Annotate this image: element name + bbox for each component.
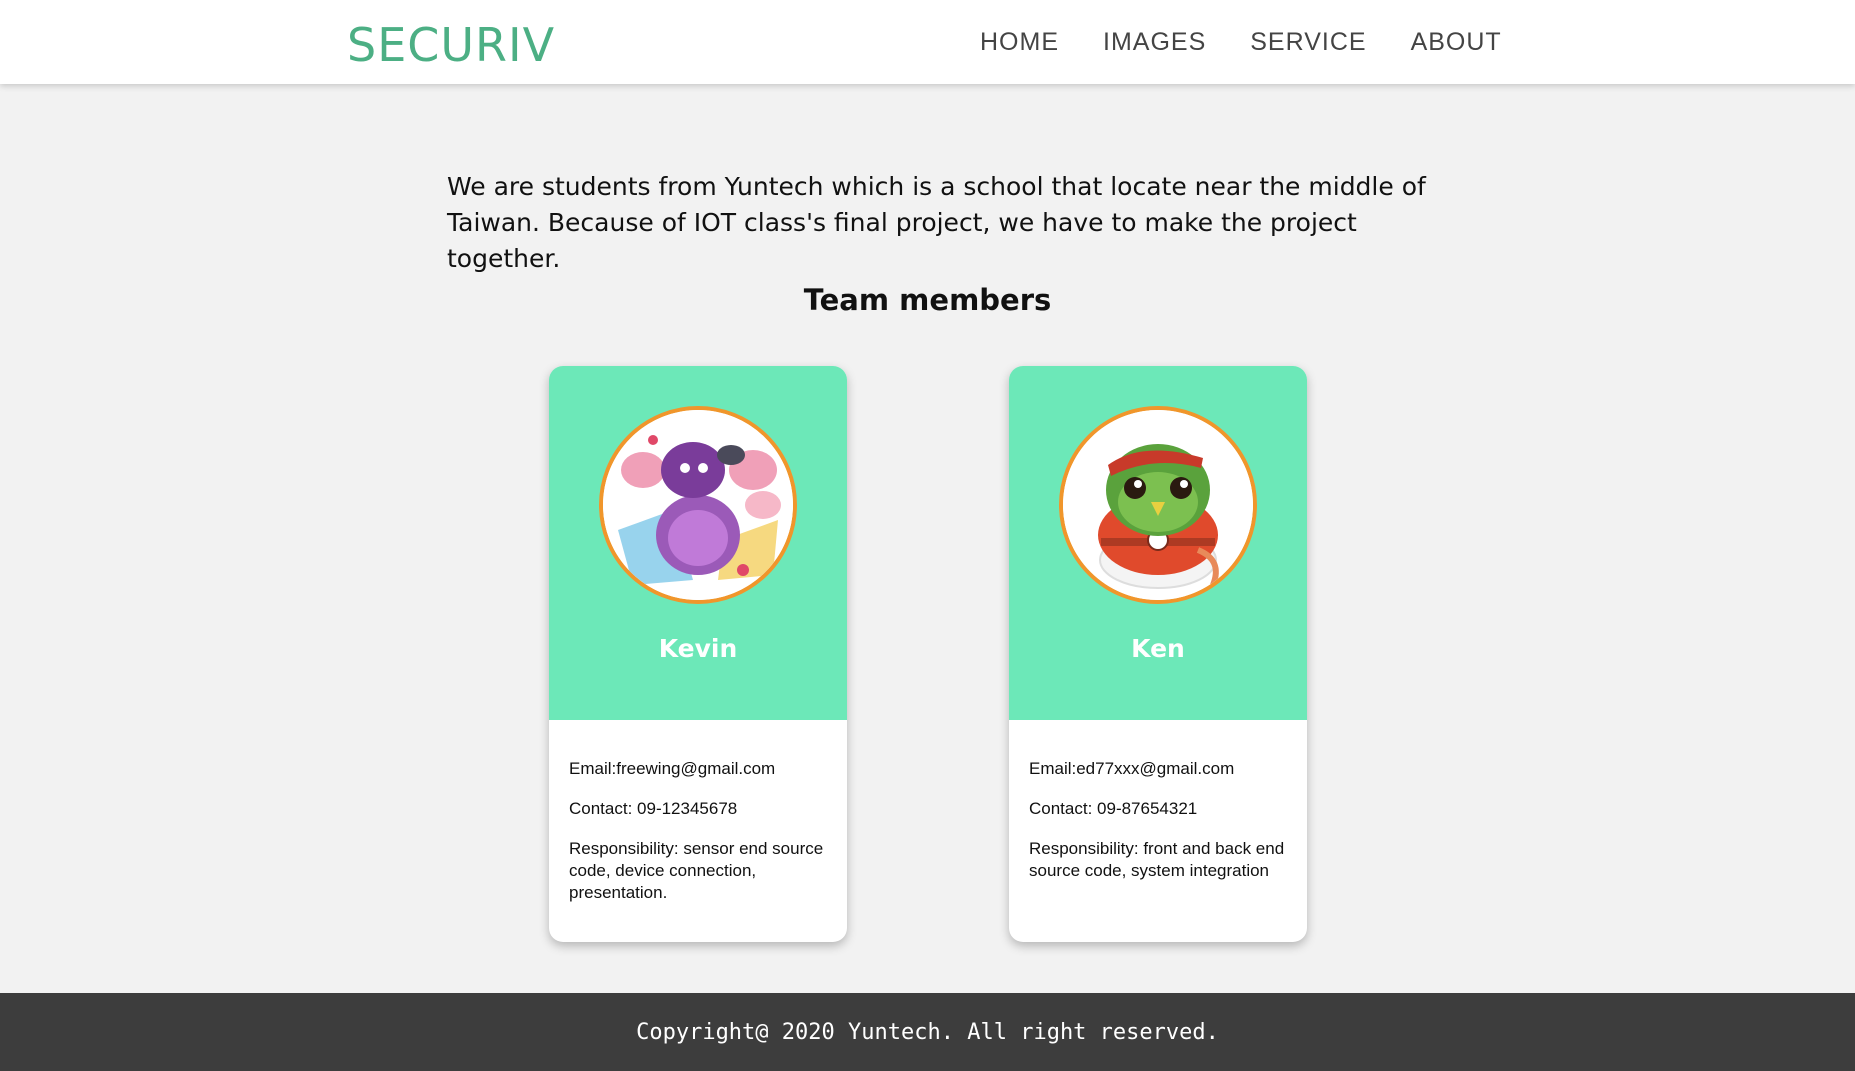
avatar-illustration bbox=[1063, 410, 1253, 600]
member-contact: Contact: 09-87654321 bbox=[1029, 799, 1198, 818]
member-card-header: Kevin bbox=[549, 366, 847, 720]
member-card-header: Ken bbox=[1009, 366, 1307, 720]
member-name: Ken bbox=[1131, 634, 1185, 663]
nav-link-images[interactable]: IMAGES bbox=[1103, 28, 1206, 57]
navbar: SECURIV HOME IMAGES SERVICE ABOUT bbox=[0, 0, 1855, 84]
member-name: Kevin bbox=[658, 634, 738, 663]
member-card-body: Email:ed77xxx@gmail.com Contact: 09-8765… bbox=[1029, 758, 1291, 900]
footer: Copyright@ 2020 Yuntech. All right reser… bbox=[0, 993, 1855, 1071]
nav-link-service[interactable]: SERVICE bbox=[1250, 28, 1366, 57]
member-contact: Contact: 09-12345678 bbox=[569, 799, 738, 818]
avatar-ken bbox=[1059, 406, 1257, 604]
member-responsibility: Responsibility: front and back end sourc… bbox=[1029, 839, 1285, 880]
nav-menu: HOME IMAGES SERVICE ABOUT bbox=[980, 0, 1502, 84]
member-responsibility: Responsibility: sensor end source code, … bbox=[569, 839, 824, 902]
avatar-illustration bbox=[603, 410, 793, 600]
avatar-kevin bbox=[599, 406, 797, 604]
nav-link-home[interactable]: HOME bbox=[980, 28, 1059, 57]
nav-link-about[interactable]: ABOUT bbox=[1411, 28, 1502, 57]
brand-logo[interactable]: SECURIV bbox=[347, 14, 555, 76]
member-card-body: Email:freewing@gmail.com Contact: 09-123… bbox=[569, 758, 831, 922]
footer-copyright: Copyright@ 2020 Yuntech. All right reser… bbox=[636, 1019, 1219, 1045]
member-email: Email:ed77xxx@gmail.com bbox=[1029, 759, 1235, 778]
member-card-ken: Ken Email:ed77xxx@gmail.com Contact: 09-… bbox=[1009, 366, 1307, 942]
member-email: Email:freewing@gmail.com bbox=[569, 759, 776, 778]
team-heading: Team members bbox=[803, 283, 1052, 317]
member-card-kevin: Kevin Email:freewing@gmail.com Contact: … bbox=[549, 366, 847, 942]
intro-text: We are students from Yuntech which is a … bbox=[447, 172, 1426, 273]
